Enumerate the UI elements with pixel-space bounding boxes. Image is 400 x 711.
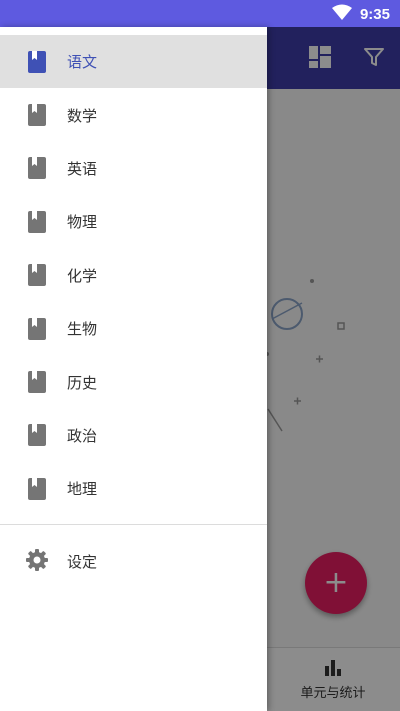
book-icon (27, 423, 47, 447)
navigation-drawer: 语文 数学 英语 物理 化学 生物 历史 政治 地理 设定 (0, 27, 267, 711)
drawer-item-label: 地理 (67, 480, 98, 499)
drawer-item-english[interactable]: 英语 (0, 142, 267, 195)
book-icon (27, 370, 47, 394)
status-bar: 9:35 (0, 0, 400, 27)
drawer-item-label: 化学 (67, 266, 98, 285)
drawer-item-history[interactable]: 历史 (0, 355, 267, 408)
wifi-icon (331, 4, 352, 24)
book-icon (27, 50, 47, 74)
drawer-item-math[interactable]: 数学 (0, 88, 267, 141)
drawer-item-label: 生物 (67, 320, 98, 339)
drawer-divider (0, 524, 267, 525)
book-icon (27, 210, 47, 234)
drawer-item-politics[interactable]: 政治 (0, 409, 267, 462)
drawer-item-chinese[interactable]: 语文 (0, 35, 267, 89)
drawer-item-label: 数学 (67, 106, 98, 125)
settings-label: 设定 (67, 553, 98, 571)
drawer-item-geography[interactable]: 地理 (0, 462, 267, 515)
book-icon (27, 477, 47, 501)
drawer-item-label: 英语 (67, 159, 98, 178)
drawer-item-label: 语文 (67, 53, 98, 72)
book-icon (27, 103, 47, 127)
book-icon (27, 156, 47, 180)
drawer-item-biology[interactable]: 生物 (0, 302, 267, 355)
status-icons: 9:35 (331, 4, 390, 24)
status-time: 9:35 (359, 5, 390, 23)
drawer-subject-list: 语文 数学 英语 物理 化学 生物 历史 政治 地理 (0, 35, 267, 516)
book-icon (27, 263, 47, 287)
drawer-item-chemistry[interactable]: 化学 (0, 249, 267, 302)
drawer-item-label: 物理 (67, 213, 98, 232)
gear-icon (25, 548, 49, 576)
drawer-item-physics[interactable]: 物理 (0, 195, 267, 248)
drawer-item-label: 历史 (67, 373, 98, 392)
book-icon (27, 317, 47, 341)
drawer-item-settings[interactable]: 设定 (0, 535, 267, 588)
drawer-item-label: 政治 (67, 426, 98, 445)
